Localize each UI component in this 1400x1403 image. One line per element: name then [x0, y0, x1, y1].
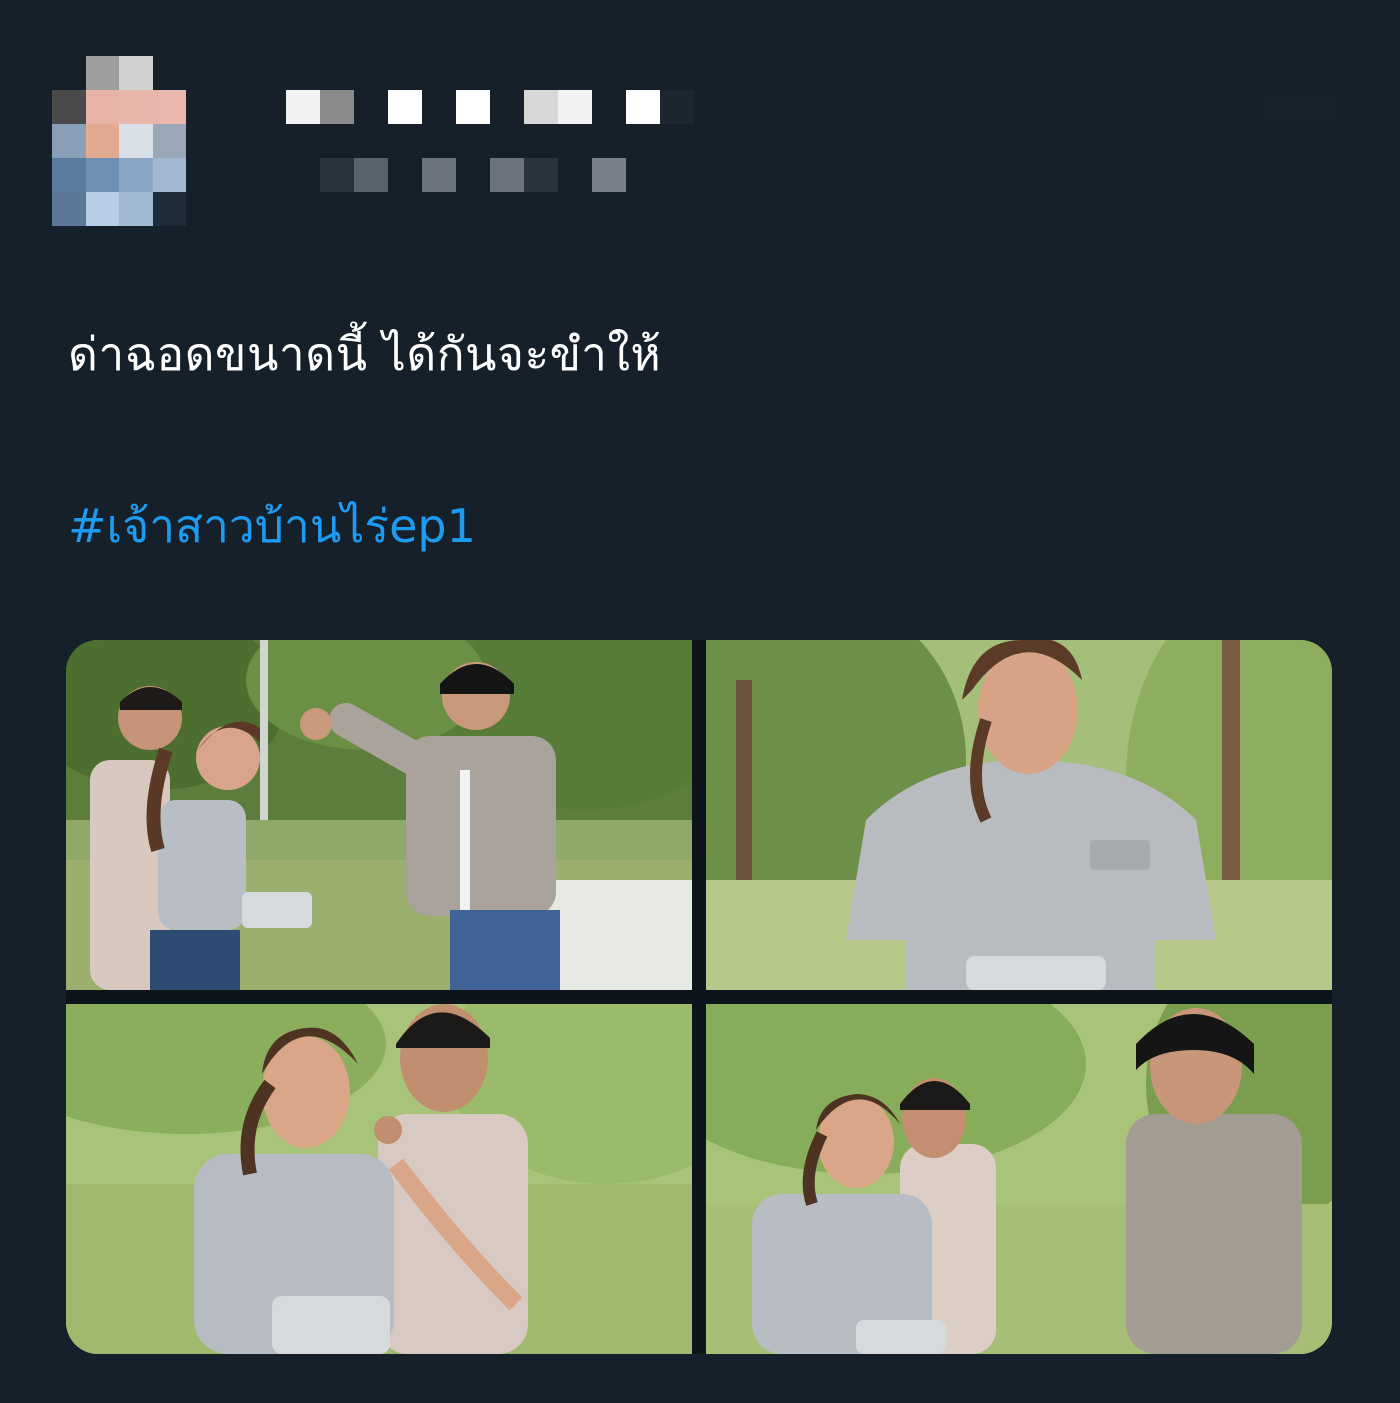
photo-3[interactable] — [66, 1004, 692, 1354]
photo-4[interactable] — [706, 1004, 1332, 1354]
media-grid — [66, 640, 1332, 1354]
author-handle-pixels — [320, 158, 626, 192]
more-options-icon[interactable] — [1264, 96, 1334, 122]
photo-1-image — [66, 640, 692, 990]
photo-1[interactable] — [66, 640, 692, 990]
photo-2[interactable] — [706, 640, 1332, 990]
hashtag-link[interactable]: #เจ้าสาวบ้านไร่ep1 — [68, 490, 476, 562]
photo-4-image — [706, 1004, 1332, 1354]
photo-2-image — [706, 640, 1332, 990]
photo-3-image — [66, 1004, 692, 1354]
avatar[interactable] — [52, 56, 220, 226]
tweet-text: ด่าฉอดขนาดนี้ ได้กันจะขำให้ — [68, 327, 662, 381]
author-name-pixels — [286, 90, 694, 124]
